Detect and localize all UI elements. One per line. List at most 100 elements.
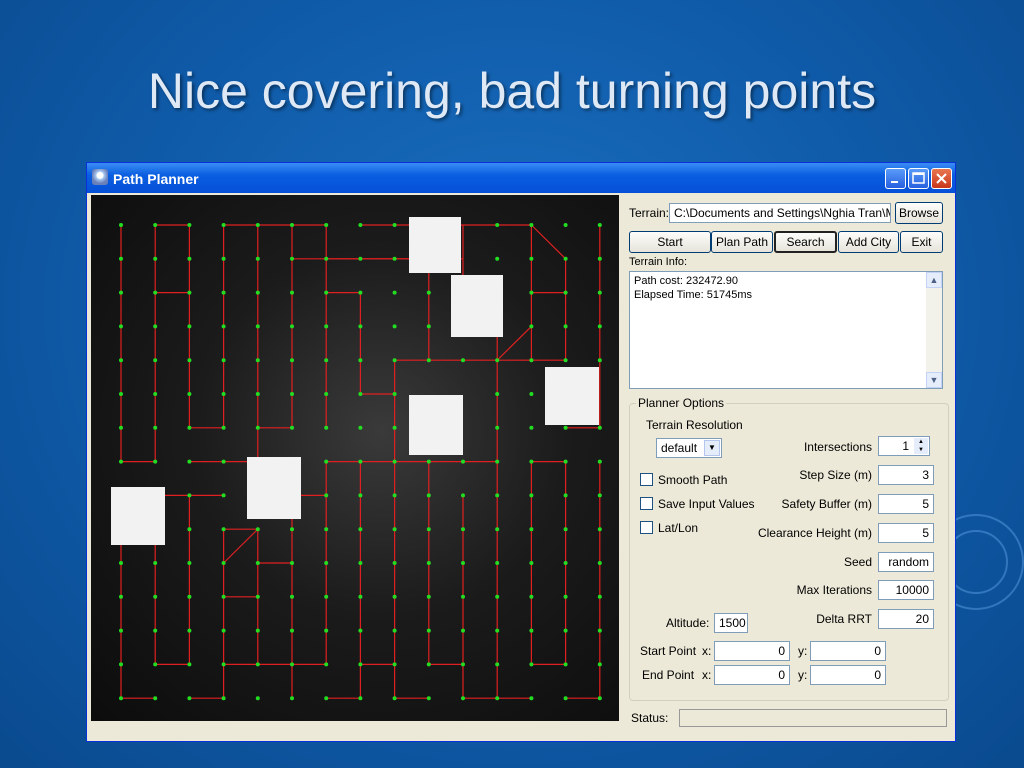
path-node — [392, 290, 397, 295]
scroll-down-icon[interactable]: ▼ — [926, 372, 942, 388]
clearance-height-label: Clearance Height (m) — [757, 526, 872, 540]
step-size-field[interactable]: 3 — [878, 465, 934, 485]
resolution-select[interactable]: default ▼ — [656, 438, 722, 458]
terrain-map[interactable] — [91, 195, 619, 721]
terrain-path-field[interactable]: C:\Documents and Settings\Nghia Tran\My — [669, 203, 891, 223]
path-node — [461, 493, 465, 498]
path-node — [392, 493, 397, 498]
step-size-label: Step Size (m) — [799, 468, 872, 482]
path-planner-window: Path Planner Terrain: C:\Documents and S… — [86, 162, 956, 742]
path-node — [495, 628, 500, 633]
altitude-field[interactable]: 1500 — [714, 613, 748, 633]
start-x-label: x: — [702, 644, 712, 658]
path-node — [392, 696, 397, 701]
intersections-spinner[interactable]: ▲ ▼ — [914, 438, 928, 454]
max-iterations-field[interactable]: 10000 — [878, 580, 934, 600]
path-node — [290, 256, 294, 261]
path-node — [597, 290, 602, 295]
intersections-field[interactable]: 1 ▲ ▼ — [878, 436, 930, 456]
path-node — [221, 696, 226, 701]
path-node — [597, 662, 602, 667]
end-y-field[interactable]: 0 — [810, 665, 886, 685]
path-node — [529, 425, 534, 430]
path-node — [529, 392, 534, 396]
smooth-path-label: Smooth Path — [658, 473, 728, 487]
plan-path-button[interactable]: Plan Path — [711, 231, 773, 253]
path-node — [290, 223, 294, 227]
path-node — [563, 696, 568, 701]
path-node — [119, 459, 123, 464]
seed-field[interactable]: random — [878, 552, 934, 572]
path-node — [119, 358, 123, 363]
path-node — [153, 358, 158, 363]
intersections-label: Intersections — [803, 440, 872, 454]
path-node — [426, 459, 431, 464]
path-node — [187, 628, 192, 633]
path-node — [290, 290, 294, 295]
slide-title: Nice covering, bad turning points — [147, 63, 877, 119]
terrain-info-box[interactable]: Path cost: 232472.90 Elapsed Time: 51745… — [629, 271, 943, 389]
path-node — [119, 324, 123, 329]
path-node — [255, 358, 260, 363]
path-node — [461, 561, 465, 565]
path-node — [597, 256, 602, 261]
smooth-path-checkbox[interactable] — [640, 473, 653, 486]
path-node — [529, 459, 534, 464]
minimize-button[interactable] — [885, 168, 906, 189]
seed-label: Seed — [843, 555, 872, 569]
end-x-field[interactable]: 0 — [714, 665, 790, 685]
path-cost-text: Path cost: 232472.90 — [634, 275, 738, 287]
chevron-down-icon[interactable]: ▼ — [704, 440, 720, 456]
path-node — [324, 561, 329, 565]
path-node — [119, 628, 123, 633]
scroll-up-icon[interactable]: ▲ — [926, 272, 942, 288]
lat-lon-checkbox[interactable] — [640, 521, 653, 534]
path-node — [255, 256, 260, 261]
path-node — [597, 324, 602, 329]
path-node — [187, 392, 192, 396]
lat-lon-label: Lat/Lon — [658, 521, 699, 535]
path-node — [358, 425, 363, 430]
path-node — [324, 324, 329, 329]
path-node — [426, 662, 431, 667]
path-node — [290, 662, 294, 667]
start-y-field[interactable]: 0 — [810, 641, 886, 661]
info-scrollbar[interactable]: ▲ ▼ — [926, 272, 942, 388]
clearance-height-field[interactable]: 5 — [878, 523, 934, 543]
safety-buffer-field[interactable]: 5 — [878, 494, 934, 514]
altitude-label: Altitude: — [666, 616, 710, 630]
path-node — [290, 561, 294, 565]
path-node — [426, 527, 431, 532]
path-node — [495, 425, 500, 430]
browse-button[interactable]: Browse — [895, 202, 943, 224]
path-node — [495, 223, 500, 227]
path-node — [255, 324, 260, 329]
maximize-button[interactable] — [908, 168, 929, 189]
title-bar[interactable]: Path Planner — [87, 163, 955, 193]
path-node — [290, 358, 294, 363]
close-button[interactable] — [931, 168, 952, 189]
path-node — [187, 527, 192, 532]
minimize-icon — [891, 181, 898, 183]
obstacle — [451, 275, 503, 337]
delta-rrt-field[interactable]: 20 — [878, 609, 934, 629]
path-node — [529, 561, 534, 565]
path-node — [426, 358, 431, 363]
save-input-checkbox[interactable] — [640, 497, 653, 510]
obstacle — [247, 457, 301, 519]
path-node — [187, 223, 192, 227]
close-icon — [936, 173, 947, 184]
path-node — [597, 696, 602, 701]
path-node — [255, 527, 260, 532]
planner-options-label: Planner Options — [636, 396, 727, 410]
exit-button[interactable]: Exit — [900, 231, 943, 253]
start-button[interactable]: Start — [629, 231, 711, 253]
path-node — [187, 696, 192, 701]
search-button[interactable]: Search — [774, 231, 837, 253]
path-node — [529, 324, 534, 329]
start-x-field[interactable]: 0 — [714, 641, 790, 661]
add-city-button[interactable]: Add City — [838, 231, 899, 253]
path-node — [529, 256, 534, 261]
path-node — [221, 594, 226, 599]
path-node — [255, 561, 260, 565]
